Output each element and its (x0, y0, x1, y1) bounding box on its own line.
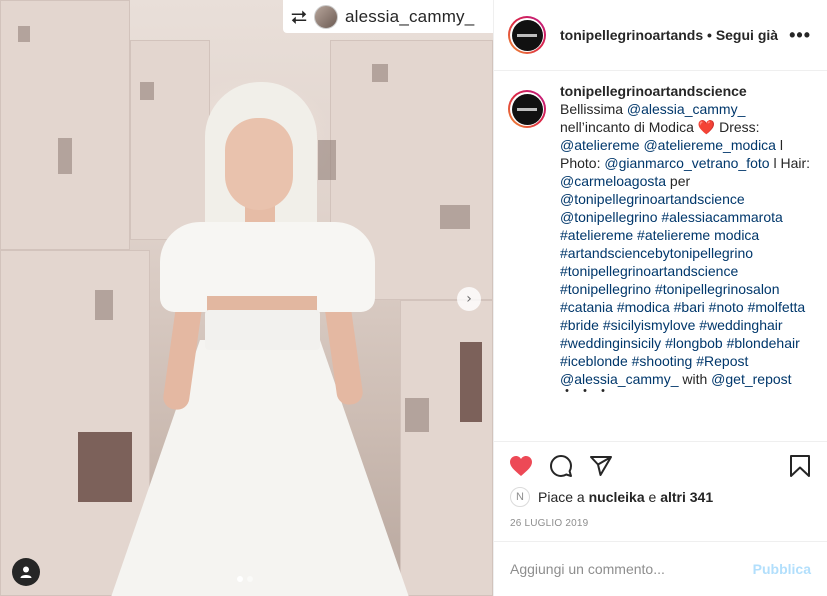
publish-button[interactable]: Pubblica (753, 561, 811, 577)
post-date[interactable]: 26 LUGLIO 2019 (510, 518, 588, 529)
background-door (78, 432, 132, 502)
caption-section: tonipellegrinoartandscience Bellissima @… (508, 82, 813, 430)
comment-button[interactable] (548, 453, 574, 479)
background-window (318, 140, 336, 180)
hashtag-link[interactable]: #tonipellegrino (560, 281, 651, 297)
hashtag-link[interactable]: #weddinginsicily (560, 335, 661, 351)
profile-avatar[interactable] (508, 16, 546, 54)
caption-text-segment: per (666, 173, 691, 189)
user-icon (20, 566, 32, 578)
hashtag-link[interactable]: #blondehair (727, 335, 800, 351)
hashtag-link[interactable]: #catania (560, 299, 613, 315)
repost-username: alessia_cammy_ (345, 6, 475, 26)
caption-text-segment: Bellissima (560, 101, 627, 117)
like-button[interactable] (508, 453, 534, 479)
hashtag-link[interactable]: #sicilyismylove (603, 317, 696, 333)
hashtag-link[interactable]: #tonipellegrinoartandscience (560, 263, 738, 279)
hashtag-link[interactable]: #bari (674, 299, 705, 315)
heart-emoji: ❤️ (697, 119, 716, 135)
send-icon (590, 456, 612, 476)
likes-others-link[interactable]: altri 341 (660, 489, 713, 505)
mention-link[interactable]: @carmeloagosta (560, 173, 666, 189)
carousel-next-button[interactable]: › (457, 287, 481, 311)
dress-waistband (205, 310, 320, 350)
hashtag-link[interactable]: #ateliereme modica (637, 227, 759, 243)
hashtag-link[interactable]: #alessiacammarota (661, 209, 782, 225)
background-window (405, 398, 429, 432)
hashtag-link[interactable]: #ateliereme (560, 227, 633, 243)
share-button[interactable] (588, 453, 614, 479)
carousel-dot (247, 576, 253, 582)
dress-skirt (110, 340, 410, 596)
hashtag-link[interactable]: #tonipellegrinosalon (655, 281, 780, 297)
background-window (140, 82, 154, 100)
caption-text-segment: nell’incanto di Modica (560, 119, 698, 135)
hashtag-link[interactable]: #modica (617, 299, 670, 315)
repost-icon: ⮂ (291, 4, 307, 29)
repost-tag[interactable]: ⮂ alessia_cammy_ (283, 0, 493, 33)
header-username[interactable]: tonipellegrinoartands (560, 27, 703, 43)
liker-username[interactable]: nucleika (589, 489, 645, 505)
mention-link[interactable]: @tonipellegrino (560, 209, 658, 225)
hashtag-link[interactable]: #molfetta (748, 299, 806, 315)
background-window (372, 64, 388, 82)
action-bar (508, 452, 813, 480)
comment-icon (550, 455, 572, 477)
heart-filled-icon (510, 456, 532, 476)
mention-link[interactable]: @gianmarco_vetrano_foto (604, 155, 769, 171)
post-panel: tonipellegrinoartands • Segui già ••• to… (493, 0, 827, 596)
comment-bar: Pubblica (494, 541, 827, 596)
post-header: tonipellegrinoartands • Segui già ••• (494, 0, 827, 71)
caption-username[interactable]: tonipellegrinoartandscience (560, 82, 813, 100)
mention-link[interactable]: @ateliereme (560, 137, 640, 153)
hashtag-link[interactable]: #bride (560, 317, 599, 333)
caption-text-segment: with (678, 371, 712, 387)
post-photo[interactable]: ⮂ alessia_cammy_ › (0, 0, 493, 596)
background-window (440, 205, 470, 229)
comment-input[interactable] (510, 561, 753, 577)
carousel-indicator (237, 576, 253, 582)
carousel-dot-active (237, 576, 243, 582)
more-options-icon[interactable]: ••• (789, 25, 811, 46)
save-button[interactable] (787, 453, 813, 479)
hashtag-link[interactable]: #weddinghair (699, 317, 782, 333)
caption-text-segment: l Hair: (769, 155, 811, 171)
likes-middle: e (648, 489, 657, 505)
caption-avatar[interactable] (508, 90, 546, 128)
figure-face (225, 118, 293, 210)
background-building (0, 250, 150, 596)
likes-prefix: Piace a (538, 489, 585, 505)
hashtag-link[interactable]: #Repost (696, 353, 748, 369)
hashtag-link[interactable]: #longbob (665, 335, 723, 351)
likes-summary: N Piace a nucleika e altri 341 (510, 487, 713, 507)
mention-link[interactable]: @tonipellegrinoartandscience (560, 191, 745, 207)
background-window (95, 290, 113, 320)
header-text: tonipellegrinoartands • Segui già (560, 27, 789, 43)
chevron-right-icon: › (466, 291, 472, 307)
caption-content: Bellissima @alessia_cammy_ nell’incanto … (560, 101, 810, 387)
liker-avatar[interactable]: N (510, 487, 530, 507)
header-separator: • (703, 27, 716, 43)
tagged-users-button[interactable] (12, 558, 40, 586)
mention-link[interactable]: @get_repost (711, 371, 791, 387)
background-door (460, 342, 482, 422)
follow-button[interactable]: Segui già (716, 27, 778, 43)
background-window (18, 26, 30, 42)
repost-avatar (314, 4, 338, 29)
hashtag-link[interactable]: #noto (709, 299, 744, 315)
caption-text: tonipellegrinoartandscience Bellissima @… (560, 82, 813, 430)
hashtag-link[interactable]: #shooting (632, 353, 693, 369)
caption-text-segment: Dress: (715, 119, 760, 135)
background-building (130, 40, 210, 240)
background-window (58, 138, 72, 174)
mention-link[interactable]: @ateliereme_modica (643, 137, 776, 153)
mention-link[interactable]: @alessia_cammy_ (627, 101, 745, 117)
bookmark-icon (790, 455, 810, 477)
hashtag-link[interactable]: #iceblonde (560, 353, 628, 369)
hashtag-link[interactable]: #artandsciencebytonipellegrino (560, 245, 753, 261)
